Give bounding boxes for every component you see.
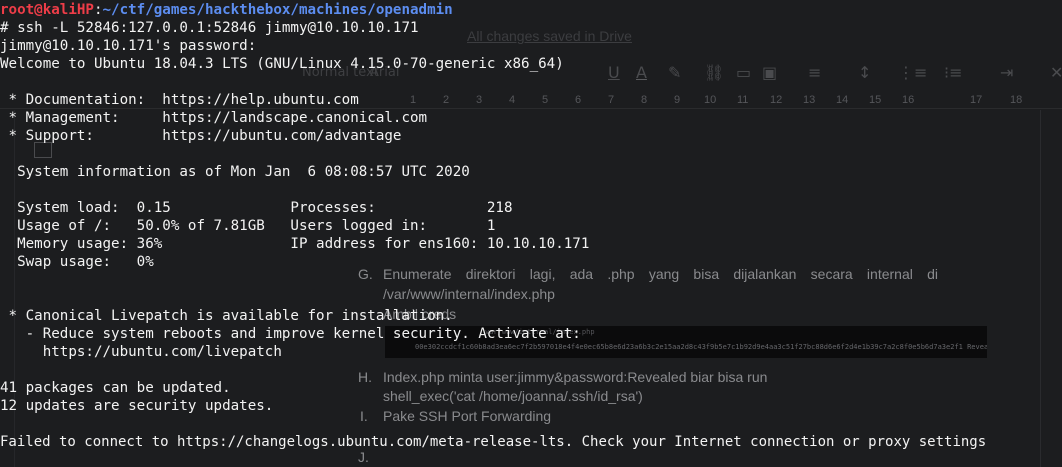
terminal-output-line: Welcome to Ubuntu 18.04.3 LTS (GNU/Linux… <box>0 56 564 72</box>
prompt-user-host: root@kaliHP <box>0 2 94 18</box>
terminal-output-line: 12 updates are security updates. <box>0 398 274 414</box>
command-line[interactable]: # ssh -L 52846:127.0.0.1:52846 jimmy@10.… <box>0 19 419 37</box>
terminal-output-line: https://ubuntu.com/livepatch <box>0 344 282 360</box>
terminal-output-line: * Management: https://landscape.canonica… <box>0 110 428 126</box>
terminal-output-line: System information as of Mon Jan 6 08:08… <box>0 164 470 180</box>
terminal-output-line: jimmy@10.10.10.171's password: <box>0 38 257 54</box>
terminal-output-line: Swap usage: 0% <box>0 254 154 270</box>
prompt-separator: : <box>93 2 103 18</box>
terminal-output-line: - Reduce system reboots and improve kern… <box>0 326 581 342</box>
terminal-output-line: Failed to connect to https://changelogs.… <box>0 434 987 450</box>
prompt-path: ~/ctf/games/hackthebox/machines/openadmi… <box>102 2 453 18</box>
terminal-output-line: * Canonical Livepatch is available for i… <box>0 308 453 324</box>
terminal-output-line: Memory usage: 36% IP address for ens160:… <box>0 236 590 252</box>
terminal-output-line: * Documentation: https://help.ubuntu.com <box>0 92 359 108</box>
terminal-output-line: * Support: https://ubuntu.com/advantage <box>0 128 402 144</box>
terminal-output-line: 41 packages can be updated. <box>0 380 231 396</box>
prompt-line: root@kaliHP:~/ctf/games/hackthebox/machi… <box>0 1 453 19</box>
terminal-window[interactable]: root@kaliHP:~/ctf/games/hackthebox/machi… <box>0 0 1062 467</box>
terminal-output-line: Usage of /: 50.0% of 7.81GB Users logged… <box>0 218 496 234</box>
terminal-output-line: System load: 0.15 Processes: 218 <box>0 200 513 216</box>
